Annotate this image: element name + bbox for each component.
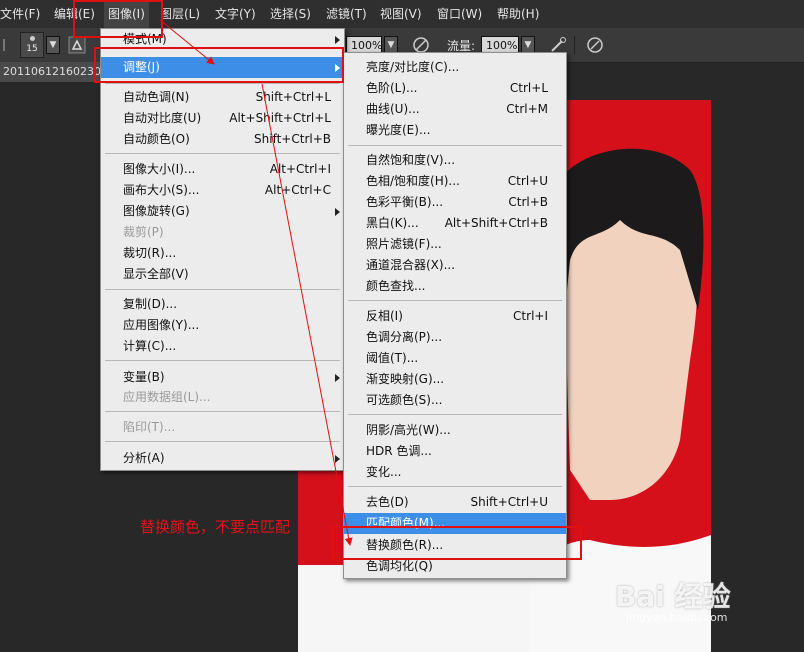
pressure-size-icon[interactable] <box>584 34 606 56</box>
separator <box>348 145 562 146</box>
menu-item-apply-data-set: 应用数据组(L)... <box>123 390 211 404</box>
separator <box>348 486 562 487</box>
adjustments-submenu: 亮度/对比度(C)... 色阶(L)... Ctrl+L 曲线(U)... Ctrl… <box>343 52 567 579</box>
menu-item-reveal-all[interactable]: 显示全部(V) <box>123 264 331 285</box>
menu-window[interactable]: 窗口(W) <box>437 0 482 28</box>
submenu-arrow-icon <box>335 36 340 44</box>
menu-item-shadows-highlights[interactable]: 阴影/高光(W)... <box>366 420 548 441</box>
menu-item-canvas-size[interactable]: 画布大小(S)... Alt+Ctrl+C <box>123 180 331 201</box>
menu-item-hdr-toning[interactable]: HDR 色调... <box>366 441 548 462</box>
menu-item-trim[interactable]: 裁切(R)... <box>123 243 331 264</box>
baidu-watermark-logo: Bai 经验 <box>615 580 731 613</box>
menu-item-variations[interactable]: 变化... <box>366 462 548 483</box>
menu-item-image-rotation[interactable]: 图像旋转(G) <box>123 201 331 222</box>
menu-item-duplicate[interactable]: 复制(D)... <box>123 294 331 315</box>
menu-item-auto-color[interactable]: 自动颜色(O) Shift+Ctrl+B <box>123 129 331 150</box>
menu-item-color-lookup[interactable]: 颜色查找... <box>366 276 548 297</box>
baidu-watermark-url: jingyan.baidu.com <box>626 611 728 624</box>
menu-edit[interactable]: 编辑(E) <box>54 0 95 28</box>
submenu-arrow-icon <box>335 374 340 382</box>
separator <box>105 289 340 290</box>
menu-item-color-balance[interactable]: 色彩平衡(B)... Ctrl+B <box>366 192 548 213</box>
divider <box>574 36 575 54</box>
menu-select[interactable]: 选择(S) <box>270 0 311 28</box>
submenu-arrow-icon <box>335 64 340 72</box>
menu-item-adjustments[interactable]: 调整(J) <box>123 57 333 78</box>
menu-item-vibrance[interactable]: 自然饱和度(V)... <box>366 150 548 171</box>
separator <box>105 411 340 412</box>
submenu-arrow-icon <box>335 208 340 216</box>
menu-item-invert[interactable]: 反相(I) Ctrl+I <box>366 306 548 327</box>
menu-item-image-size[interactable]: 图像大小(I)... Alt+Ctrl+I <box>123 159 331 180</box>
separator <box>348 300 562 301</box>
menu-filter[interactable]: 滤镜(T) <box>326 0 367 28</box>
menu-item-exposure[interactable]: 曝光度(E)... <box>366 120 548 141</box>
menu-layer[interactable]: 图层(L) <box>160 0 200 28</box>
menu-item-desaturate[interactable]: 去色(D) Shift+Ctrl+U <box>366 492 548 513</box>
menu-item-photo-filter[interactable]: 照片滤镜(F)... <box>366 234 548 255</box>
annotation-text: 替换颜色，不要点匹配 <box>140 518 291 536</box>
separator <box>348 414 562 415</box>
image-menu: 模式(M) 调整(J) 自动色调(N) Shift+Ctrl+L 自动对比度(U)… <box>100 28 345 471</box>
brush-dropdown[interactable]: ▼ <box>46 36 60 54</box>
menu-item-levels[interactable]: 色阶(L)... Ctrl+L <box>366 78 548 99</box>
menubar: 文件(F) 编辑(E) 图像(I) 图层(L) 文字(Y) 选择(S) 滤镜(T… <box>0 0 804 28</box>
menu-item-calculations[interactable]: 计算(C)... <box>123 336 331 357</box>
brush-preset-picker[interactable]: 15 <box>20 32 44 58</box>
menu-item-replace-color[interactable]: 替换颜色(R)... <box>366 535 548 556</box>
brush-panel-icon[interactable] <box>66 34 88 56</box>
separator <box>105 83 340 84</box>
menu-item-selective-color[interactable]: 可选颜色(S)... <box>366 390 548 411</box>
menu-file[interactable]: 文件(F) <box>0 0 40 28</box>
menu-item-channel-mixer[interactable]: 通道混合器(X)... <box>366 255 548 276</box>
menu-item-hue-saturation[interactable]: 色相/饱和度(H)... Ctrl+U <box>366 171 548 192</box>
brush-tip-icon <box>30 36 35 41</box>
menu-item-apply-image[interactable]: 应用图像(Y)... <box>123 315 331 336</box>
menu-item-crop: 裁剪(P) <box>123 225 164 239</box>
menu-item-auto-contrast[interactable]: 自动对比度(U) Alt+Shift+Ctrl+L <box>123 108 331 129</box>
separator <box>105 441 340 442</box>
menu-item-trap: 陷印(T)... <box>123 420 176 434</box>
menu-view[interactable]: 视图(V) <box>380 0 422 28</box>
menu-item-variables[interactable]: 变量(B) <box>123 367 331 388</box>
menu-item-auto-tone[interactable]: 自动色调(N) Shift+Ctrl+L <box>123 87 331 108</box>
menu-item-match-color[interactable]: 匹配颜色(M)... <box>366 513 548 534</box>
menu-item-mode[interactable]: 模式(M) <box>123 29 333 50</box>
menu-item-posterize[interactable]: 色调分离(P)... <box>366 327 548 348</box>
menu-item-analysis[interactable]: 分析(A) <box>123 448 331 469</box>
menu-image[interactable]: 图像(I) <box>104 0 149 28</box>
menu-item-brightness-contrast[interactable]: 亮度/对比度(C)... <box>366 57 548 78</box>
submenu-arrow-icon <box>335 455 340 463</box>
brush-size: 15 <box>26 44 38 54</box>
menu-item-black-white[interactable]: 黑白(K)... Alt+Shift+Ctrl+B <box>366 213 548 234</box>
menu-item-curves[interactable]: 曲线(U)... Ctrl+M <box>366 99 548 120</box>
menu-item-threshold[interactable]: 阈值(T)... <box>366 348 548 369</box>
separator <box>105 153 340 154</box>
separator <box>105 360 340 361</box>
menu-help[interactable]: 帮助(H) <box>497 0 539 28</box>
document-tab[interactable]: 20110612160230 <box>0 62 110 82</box>
menu-type[interactable]: 文字(Y) <box>215 0 256 28</box>
menu-item-gradient-map[interactable]: 渐变映射(G)... <box>366 369 548 390</box>
grip-icon <box>3 39 13 51</box>
menu-item-equalize[interactable]: 色调均化(Q) <box>366 556 548 577</box>
